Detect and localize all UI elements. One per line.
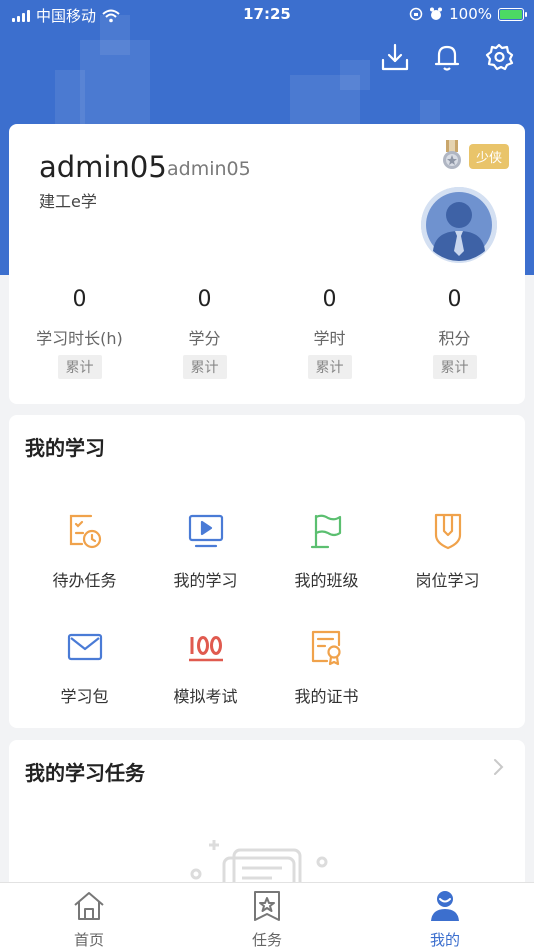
organization-name: 建工e学: [39, 192, 97, 211]
stat-credits[interactable]: 0 学分 累计: [142, 287, 267, 379]
grid-item-todo[interactable]: 待办任务: [22, 511, 147, 591]
grid-item-study-pack[interactable]: 学习包: [22, 627, 147, 707]
section-title: 我的学习: [25, 436, 105, 460]
stats-row: 0 学习时长(h) 累计 0 学分 累计 0 学时 累计 0 积分 累计: [9, 287, 525, 379]
stat-value: 0: [72, 287, 87, 312]
profile-card: admin05 admin05 建工e学 少侠 0 学习时长(h) 累计 0 学…: [9, 124, 525, 404]
tab-profile[interactable]: 我的: [356, 883, 534, 950]
stat-class-hours[interactable]: 0 学时 累计: [267, 287, 392, 379]
certificate-icon: [311, 630, 341, 666]
stat-tag: 累计: [57, 355, 102, 379]
flag-icon: [310, 514, 341, 549]
badge-icon: [434, 513, 461, 550]
grid-item-label: 岗位学习: [415, 571, 480, 590]
grid-item-my-study[interactable]: 我的学习: [143, 511, 268, 591]
medal-icon: [443, 140, 461, 169]
section-title: 我的学习任务: [25, 761, 145, 785]
tab-label: 首页: [73, 931, 104, 949]
user-id: admin05: [167, 158, 251, 180]
stat-label: 学时: [313, 329, 346, 348]
my-study-card: 我的学习 待办任务 我的学习 我的班级 岗位学习 学习包 模拟考试 我的证书: [9, 415, 525, 728]
stat-label: 学分: [188, 329, 221, 348]
stat-value: 0: [322, 287, 337, 312]
grid-item-my-class[interactable]: 我的班级: [264, 511, 389, 591]
user-name: admin05: [39, 150, 167, 184]
score-100-icon: [188, 636, 223, 662]
grid-item-label: 待办任务: [52, 571, 117, 590]
download-icon: [381, 43, 409, 71]
task-star-icon: [254, 891, 280, 921]
stat-label: 积分: [438, 329, 471, 348]
grid-item-label: 我的班级: [294, 571, 359, 590]
profile-icon: [431, 891, 459, 921]
settings-button[interactable]: [484, 42, 514, 72]
tab-label: 任务: [251, 931, 282, 949]
stat-tag: 累计: [182, 355, 227, 379]
todo-clock-icon: [69, 514, 101, 549]
home-icon: [74, 892, 104, 920]
grid-item-my-certificate[interactable]: 我的证书: [264, 627, 389, 707]
battery-percent: 100%: [449, 5, 492, 23]
notification-button[interactable]: [432, 42, 462, 72]
stat-study-hours[interactable]: 0 学习时长(h) 累计: [17, 287, 142, 379]
stat-points[interactable]: 0 积分 累计: [392, 287, 517, 379]
chevron-right-icon[interactable]: [491, 757, 505, 777]
grid-item-label: 模拟考试: [173, 687, 238, 706]
video-play-icon: [188, 514, 223, 548]
avatar[interactable]: [421, 187, 497, 263]
tab-tasks[interactable]: 任务: [178, 883, 356, 950]
grid-item-label: 我的学习: [173, 571, 238, 590]
envelope-icon: [67, 633, 102, 661]
tab-home[interactable]: 首页: [0, 883, 178, 950]
alarm-icon: [430, 7, 443, 20]
grid-item-label: 学习包: [60, 687, 109, 706]
grid-item-mock-exam[interactable]: 模拟考试: [143, 627, 268, 707]
status-bar: 中国移动 17:25 100%: [0, 0, 534, 28]
stat-tag: 累计: [432, 355, 477, 379]
stat-value: 0: [447, 287, 462, 312]
tab-label: 我的: [429, 931, 460, 949]
orientation-lock-icon: [409, 7, 423, 21]
stat-label: 学习时长(h): [36, 329, 123, 348]
gear-icon: [485, 43, 514, 71]
user-avatar-icon: [421, 187, 497, 263]
grid-item-job-learning[interactable]: 岗位学习: [385, 511, 510, 591]
download-button[interactable]: [380, 42, 410, 72]
level-badge: 少侠: [469, 144, 510, 169]
grid-item-label: 我的证书: [294, 687, 359, 706]
stat-value: 0: [197, 287, 212, 312]
battery-icon: [498, 7, 527, 21]
header-actions: [380, 42, 514, 72]
bell-icon: [434, 45, 460, 71]
stat-tag: 累计: [307, 355, 352, 379]
tab-bar: 首页 任务 我的: [0, 882, 534, 950]
